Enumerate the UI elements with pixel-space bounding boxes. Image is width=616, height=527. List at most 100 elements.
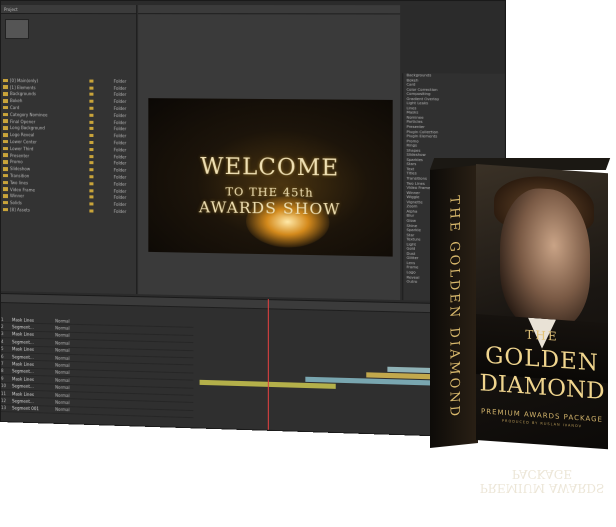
label-color-chip [89,141,94,145]
label-color-chip [89,134,94,138]
folder-icon [2,139,8,144]
layer-number: 11 [0,390,7,396]
folder-icon [2,153,8,158]
playhead[interactable] [267,299,269,430]
project-item-type: Folder [113,106,127,112]
layer-mode[interactable]: Normal [55,377,71,382]
project-item-type: Folder [113,160,127,167]
folder-icon [2,126,8,130]
layer-number: 9 [0,375,4,381]
layer-mode[interactable]: Normal [55,400,71,406]
layer-mode[interactable]: Normal [55,333,71,338]
folder-icon [2,194,8,198]
layer-name: Segment 001 [11,405,39,412]
layer-number: 2 [0,324,4,330]
project-item-name: [1] Elements [9,84,36,90]
tab-project[interactable]: Project [4,7,18,12]
folder-icon [2,99,8,103]
composition-viewer[interactable]: WELCOME TO THE 45th AWARDS SHOW [148,98,393,257]
project-item-type: Folder [113,188,127,194]
project-item-type: Folder [113,99,127,105]
label-color-chip [89,168,94,172]
project-item-type: Folder [113,181,127,187]
project-item-type: Folder [113,112,127,119]
project-item-name: Lower Center [9,139,37,145]
label-color-chip [89,182,94,186]
layer-number: 7 [0,361,4,367]
label-color-chip [89,86,94,90]
layer-name: Mask Lines [11,390,35,397]
layer-mode[interactable]: Normal [55,348,71,353]
layer-name: Segment... [11,339,34,345]
box-side: THE GOLDEN DIAMOND [430,164,478,448]
layer-mode[interactable]: Normal [55,407,71,413]
label-color-chip [89,93,94,97]
folder-icon [2,92,8,96]
layer-list: 1 Mask Lines Normal 2 Segment... Normal 3 Mask … [0,316,194,419]
folder-icon [2,173,8,178]
project-item-type: Folder [113,92,127,98]
label-color-chip [89,127,94,131]
composition-panel: WELCOME TO THE 45th AWARDS SHOW [138,5,401,301]
project-item-type: Folder [113,195,127,201]
box-front: THE GOLDEN DIAMOND PREMIUM AWARDS PACKAG… [476,164,608,450]
layer-name: Mask Lines [11,361,35,367]
product-box: THE GOLDEN DIAMOND THE GOLDEN DIAMOND PR… [429,158,611,450]
folder-icon [2,160,8,164]
project-panel: Project [0] Main(only) Folder [1] Elements… [0,5,138,295]
layer-mode[interactable]: Normal [55,325,71,330]
project-item-name: Video Frame [9,186,35,193]
project-item-name: Bokeh [9,98,23,104]
label-color-chip [89,188,94,193]
project-item-name: Transition [9,173,30,179]
project-item-name: Logo Reveal [9,132,35,138]
project-item-name: [0] Main(only) [9,77,39,84]
layer-mode[interactable]: Normal [55,363,71,368]
project-item-type: Folder [113,126,127,132]
project-item[interactable]: [8] Assets Folder [2,206,134,215]
layer-name: Segment... [11,368,34,375]
layer-mode[interactable]: Normal [55,385,71,391]
layer-number: 10 [0,383,7,389]
folder-icon [2,105,8,110]
layer-mode[interactable]: Normal [55,392,71,398]
folder-icon [2,201,8,205]
layer-mode[interactable]: Normal [55,318,71,323]
layer-name: Segment... [11,398,34,405]
project-item-type: Folder [113,202,127,208]
layer-number: 13 [0,405,7,411]
folder-icon [2,78,8,83]
project-item-name: Promo [9,159,23,165]
project-item-type: Folder [113,167,127,173]
label-color-chip [89,79,94,83]
layer-number: 5 [0,346,4,352]
layer-mode[interactable]: Normal [55,355,71,360]
label-color-chip [89,195,94,199]
project-item-type: Folder [113,174,127,180]
layer-mode[interactable]: Normal [55,370,71,375]
folder-icon [2,180,8,185]
project-item-name: Slideshow [9,166,31,172]
project-item-type: Folder [113,147,127,153]
box-reflection: PREMIUM AWARDS PACKAGE [476,455,608,495]
project-tabbar: Project [0,5,137,15]
label-color-chip [89,99,94,104]
layer-number: 6 [0,353,4,359]
project-item-type: Folder [113,133,127,139]
layer-name: Segment... [11,353,34,360]
project-item-name: Card [9,105,20,111]
layer-number: 12 [0,398,7,404]
project-item-name: Backgrounds [9,91,36,97]
label-color-chip [89,113,94,117]
project-item-name: [8] Assets [9,207,30,213]
project-item-name: Solids [9,200,22,206]
label-color-chip [89,147,94,151]
project-item-name: Final Opener [9,118,36,125]
viewer-title-welcome: WELCOME [200,154,340,182]
folder-icon [2,187,8,192]
model-face [500,185,590,332]
layer-mode[interactable]: Normal [55,340,71,345]
layer-name: Mask Lines [11,331,35,338]
layer-name: Segment... [11,324,34,330]
project-item-name: Long Background [9,125,45,131]
